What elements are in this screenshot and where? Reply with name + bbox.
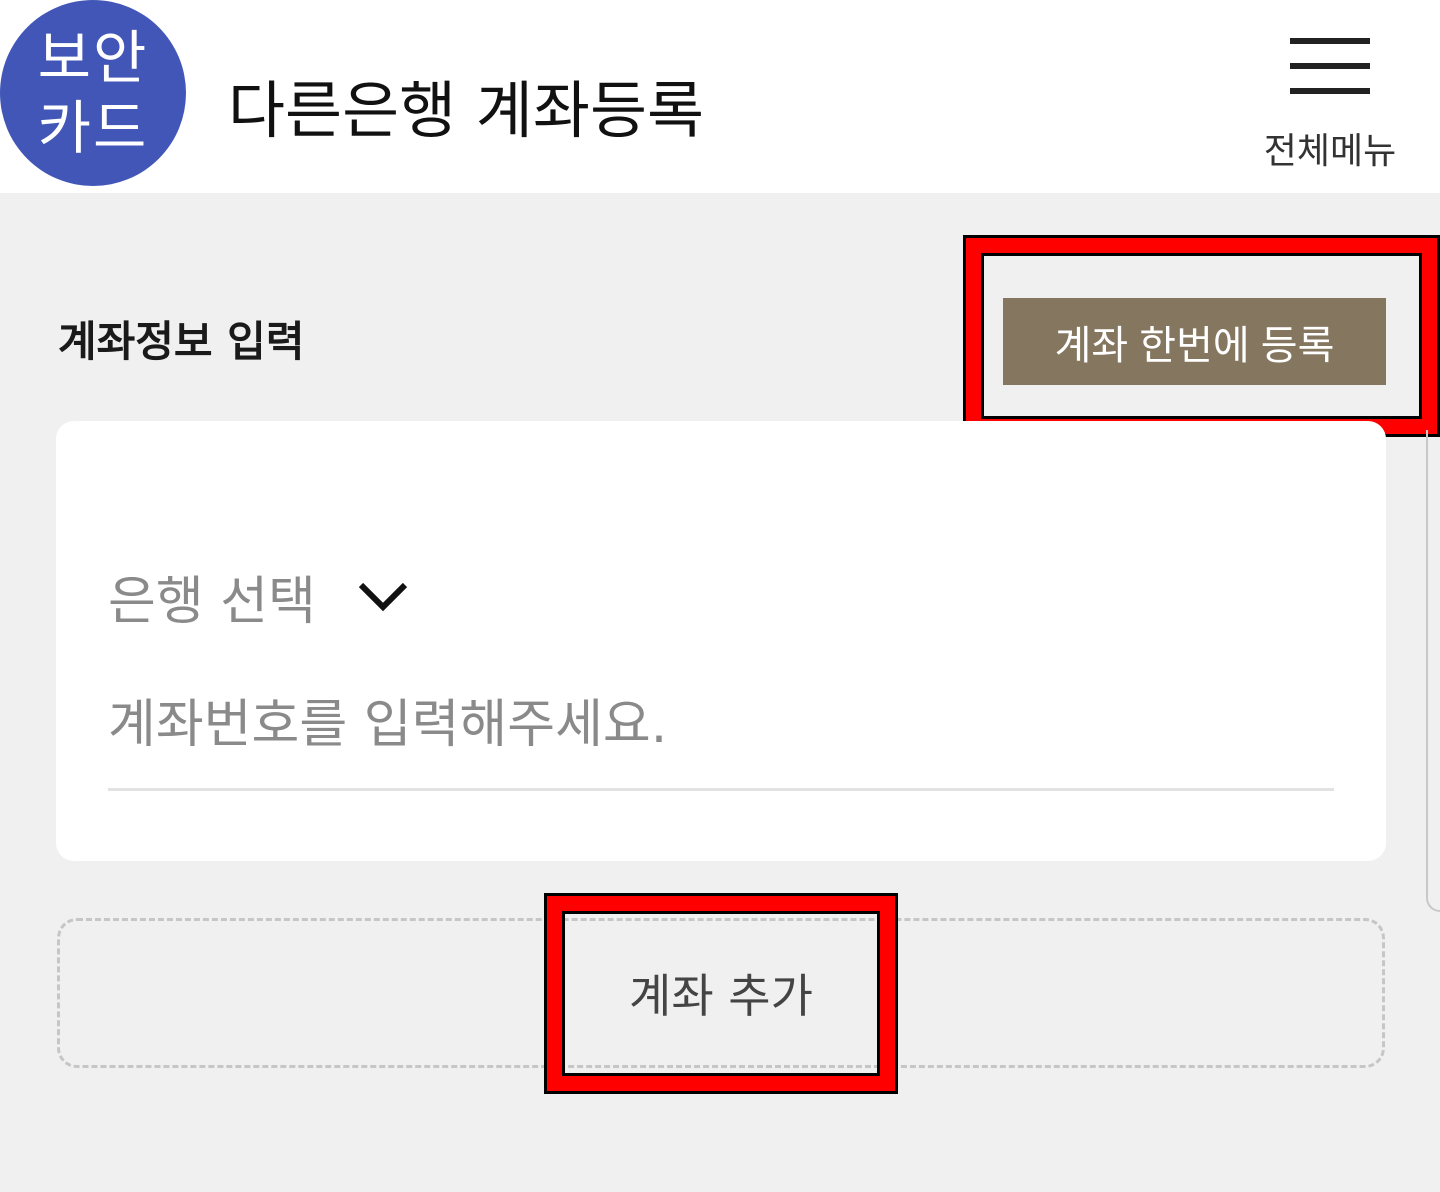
page-title: 다른은행 계좌등록 bbox=[228, 74, 705, 147]
hamburger-icon bbox=[1290, 38, 1370, 94]
bank-select-label: 은행 선택 bbox=[108, 572, 316, 632]
security-card-badge: 보안 카드 bbox=[0, 0, 186, 186]
badge-line-2: 카드 bbox=[37, 94, 149, 162]
add-account-label: 계좌 추가 bbox=[629, 969, 813, 1023]
bank-select-dropdown[interactable]: 은행 선택 bbox=[108, 559, 410, 634]
app-header: 보안 카드 다른은행 계좌등록 전체메뉴 bbox=[0, 0, 1440, 193]
badge-line-1: 보안 bbox=[37, 24, 149, 92]
bulk-register-button[interactable]: 계좌 한번에 등록 bbox=[1003, 298, 1386, 385]
all-menu-label: 전체메뉴 bbox=[1263, 131, 1397, 172]
side-panel-edge bbox=[1426, 430, 1440, 912]
section-title: 계좌정보 입력 bbox=[58, 317, 305, 366]
add-account-button[interactable]: 계좌 추가 bbox=[57, 918, 1385, 1068]
all-menu-button[interactable]: 전체메뉴 bbox=[1250, 34, 1410, 174]
account-info-card: 은행 선택 bbox=[56, 421, 1386, 861]
chevron-down-icon bbox=[358, 582, 408, 611]
account-number-input[interactable] bbox=[108, 685, 1334, 791]
